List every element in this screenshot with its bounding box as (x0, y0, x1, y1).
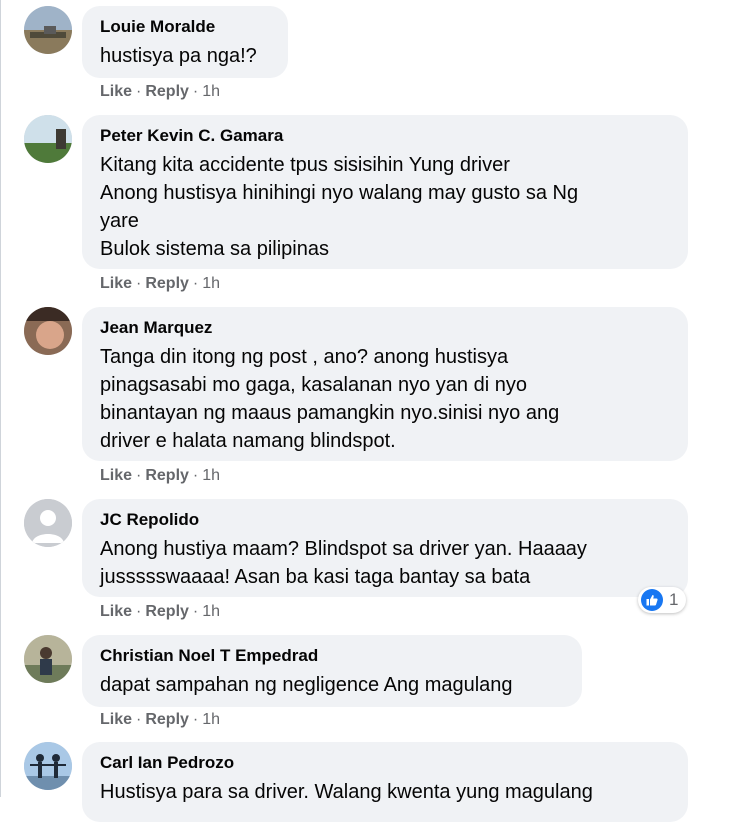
comment-bubble: Peter Kevin C. Gamara Kitang kita accide… (82, 115, 688, 269)
like-link[interactable]: Like (100, 83, 132, 100)
comment-bubble: JC Repolido Anong hustiya maam? Blindspo… (82, 499, 688, 597)
comment-bubble: Christian Noel T Empedrad dapat sampahan… (82, 635, 582, 707)
comment-line: pinagsasabi mo gaga, kasalanan nyo yan d… (100, 374, 527, 396)
default-user-avatar-icon (24, 499, 72, 547)
couple-photo-avatar-icon (24, 742, 72, 790)
comment-line: driver e halata namang blindspot. (100, 430, 396, 452)
commenter-avatar[interactable] (24, 499, 72, 547)
comment-thread: Louie Moralde hustisya pa nga!? Like · Rep… (0, 0, 750, 822)
comment-timestamp[interactable]: 1h (202, 275, 220, 292)
comment-author[interactable]: Carl Ian Pedrozo (100, 752, 670, 774)
selfie-photo-avatar-icon (24, 307, 72, 355)
comment-timestamp[interactable]: 1h (202, 603, 220, 620)
reply-link[interactable]: Reply (145, 603, 189, 620)
comment-author[interactable]: JC Repolido (100, 509, 670, 531)
comment-actions: Like · Reply · 1h (100, 467, 220, 485)
comment-line: Anong hustisya hinihingi nyo walang may … (100, 182, 579, 204)
comment-line: Bulok sistema sa pilipinas (100, 238, 329, 260)
outdoor-photo-avatar-icon (24, 115, 72, 163)
comment-line: dapat sampahan ng negligence Ang magulan… (100, 674, 513, 696)
reply-link[interactable]: Reply (145, 275, 189, 292)
comment-author[interactable]: Louie Moralde (100, 16, 270, 38)
reaction-count: 1 (669, 590, 679, 609)
commenter-avatar[interactable] (24, 635, 72, 683)
like-link[interactable]: Like (100, 275, 132, 292)
comment-line: Tanga din itong ng post , ano? anong hus… (100, 346, 509, 368)
separator-dot: · (192, 603, 199, 620)
comment-timestamp[interactable]: 1h (202, 467, 220, 484)
separator-dot: · (136, 467, 142, 484)
comment-text: Kitang kita accidente tpus sisisihin Yun… (100, 151, 670, 263)
separator-dot: · (136, 275, 142, 292)
comment-actions: Like · Reply · 1h (100, 83, 220, 101)
reaction-summary[interactable]: 1 (638, 587, 687, 613)
comment-line: binantayan ng maaus pamangkin nyo.sinisi… (100, 402, 560, 424)
separator-dot: · (136, 603, 142, 620)
comment-text: Tanga din itong ng post , ano? anong hus… (100, 343, 670, 455)
comment-author[interactable]: Jean Marquez (100, 317, 670, 339)
comment-text: Hustisya para sa driver. Walang kwenta y… (100, 778, 670, 806)
separator-dot: · (192, 467, 199, 484)
commenter-avatar[interactable] (24, 742, 72, 790)
comment-bubble: Louie Moralde hustisya pa nga!? (82, 6, 288, 78)
comment-actions: Like · Reply · 1h (100, 275, 220, 293)
separator-dot: · (192, 83, 199, 100)
commenter-avatar[interactable] (24, 115, 72, 163)
comment-text: dapat sampahan ng negligence Ang magulan… (100, 671, 564, 699)
comment-line: Anong hustiya maam? Blindspot sa driver … (100, 538, 587, 560)
comment-line: Hustisya para sa driver. Walang kwenta y… (100, 781, 593, 803)
comment-actions: Like · Reply · 1h (100, 603, 220, 621)
comment-line: Kitang kita accidente tpus sisisihin Yun… (100, 154, 510, 176)
comment-text: Anong hustiya maam? Blindspot sa driver … (100, 535, 670, 591)
like-link[interactable]: Like (100, 603, 132, 620)
comment-bubble: Jean Marquez Tanga din itong ng post , a… (82, 307, 688, 461)
comment-line: jussssswaaaa! Asan ba kasi taga bantay s… (100, 566, 531, 588)
comment-bubble: Carl Ian Pedrozo Hustisya para sa driver… (82, 742, 688, 822)
reply-link[interactable]: Reply (145, 83, 189, 100)
comment-text: hustisya pa nga!? (100, 42, 270, 70)
comment-timestamp[interactable]: 1h (202, 83, 220, 100)
separator-dot: · (192, 711, 199, 728)
commenter-avatar[interactable] (24, 307, 72, 355)
comment-line: hustisya pa nga!? (100, 45, 257, 67)
portrait-photo-avatar-icon (24, 635, 72, 683)
like-reaction-icon (641, 589, 663, 611)
like-link[interactable]: Like (100, 467, 132, 484)
reply-link[interactable]: Reply (145, 467, 189, 484)
commenter-avatar[interactable] (24, 6, 72, 54)
comment-author[interactable]: Christian Noel T Empedrad (100, 645, 564, 667)
comment-author[interactable]: Peter Kevin C. Gamara (100, 125, 670, 147)
landscape-photo-avatar-icon (24, 6, 72, 54)
like-link[interactable]: Like (100, 711, 132, 728)
comment-line: yare (100, 210, 139, 232)
separator-dot: · (136, 83, 142, 100)
reply-link[interactable]: Reply (145, 711, 189, 728)
comment-actions: Like · Reply · 1h (100, 711, 220, 729)
comment-timestamp[interactable]: 1h (202, 711, 220, 728)
separator-dot: · (136, 711, 142, 728)
separator-dot: · (192, 275, 199, 292)
